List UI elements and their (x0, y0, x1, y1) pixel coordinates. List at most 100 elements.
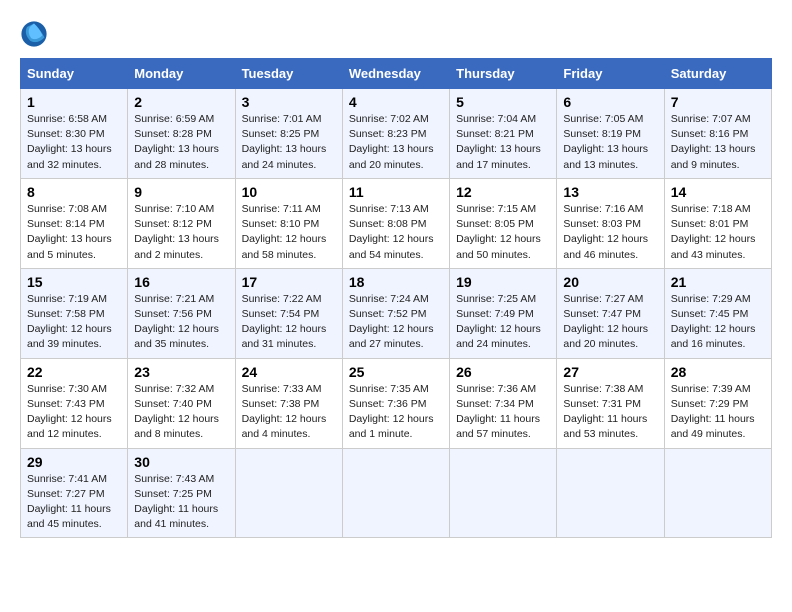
day-info: Sunrise: 7:22 AM Sunset: 7:54 PM Dayligh… (242, 292, 336, 353)
day-number: 3 (242, 94, 336, 110)
day-number: 19 (456, 274, 550, 290)
calendar-week-0: 1 Sunrise: 6:58 AM Sunset: 8:30 PM Dayli… (21, 89, 772, 179)
logo (20, 20, 52, 48)
calendar-cell: 7 Sunrise: 7:07 AM Sunset: 8:16 PM Dayli… (664, 89, 771, 179)
day-info: Sunrise: 7:24 AM Sunset: 7:52 PM Dayligh… (349, 292, 443, 353)
calendar-cell: 10 Sunrise: 7:11 AM Sunset: 8:10 PM Dayl… (235, 178, 342, 268)
calendar-cell: 16 Sunrise: 7:21 AM Sunset: 7:56 PM Dayl… (128, 268, 235, 358)
day-info: Sunrise: 7:43 AM Sunset: 7:25 PM Dayligh… (134, 472, 228, 533)
calendar-cell: 3 Sunrise: 7:01 AM Sunset: 8:25 PM Dayli… (235, 89, 342, 179)
calendar-cell: 26 Sunrise: 7:36 AM Sunset: 7:34 PM Dayl… (450, 358, 557, 448)
day-number: 20 (563, 274, 657, 290)
calendar-cell: 1 Sunrise: 6:58 AM Sunset: 8:30 PM Dayli… (21, 89, 128, 179)
calendar-week-3: 22 Sunrise: 7:30 AM Sunset: 7:43 PM Dayl… (21, 358, 772, 448)
calendar-week-4: 29 Sunrise: 7:41 AM Sunset: 7:27 PM Dayl… (21, 448, 772, 538)
day-number: 10 (242, 184, 336, 200)
day-number: 11 (349, 184, 443, 200)
day-number: 22 (27, 364, 121, 380)
day-info: Sunrise: 7:29 AM Sunset: 7:45 PM Dayligh… (671, 292, 765, 353)
day-info: Sunrise: 7:05 AM Sunset: 8:19 PM Dayligh… (563, 112, 657, 173)
calendar-cell: 20 Sunrise: 7:27 AM Sunset: 7:47 PM Dayl… (557, 268, 664, 358)
col-monday: Monday (128, 59, 235, 89)
day-info: Sunrise: 7:18 AM Sunset: 8:01 PM Dayligh… (671, 202, 765, 263)
calendar-cell: 21 Sunrise: 7:29 AM Sunset: 7:45 PM Dayl… (664, 268, 771, 358)
day-number: 16 (134, 274, 228, 290)
day-info: Sunrise: 7:08 AM Sunset: 8:14 PM Dayligh… (27, 202, 121, 263)
day-number: 26 (456, 364, 550, 380)
day-number: 15 (27, 274, 121, 290)
day-info: Sunrise: 7:21 AM Sunset: 7:56 PM Dayligh… (134, 292, 228, 353)
day-number: 25 (349, 364, 443, 380)
day-info: Sunrise: 6:59 AM Sunset: 8:28 PM Dayligh… (134, 112, 228, 173)
calendar-cell: 8 Sunrise: 7:08 AM Sunset: 8:14 PM Dayli… (21, 178, 128, 268)
day-info: Sunrise: 7:32 AM Sunset: 7:40 PM Dayligh… (134, 382, 228, 443)
calendar-cell: 18 Sunrise: 7:24 AM Sunset: 7:52 PM Dayl… (342, 268, 449, 358)
day-info: Sunrise: 7:01 AM Sunset: 8:25 PM Dayligh… (242, 112, 336, 173)
day-info: Sunrise: 7:07 AM Sunset: 8:16 PM Dayligh… (671, 112, 765, 173)
day-number: 5 (456, 94, 550, 110)
day-number: 27 (563, 364, 657, 380)
calendar-cell: 11 Sunrise: 7:13 AM Sunset: 8:08 PM Dayl… (342, 178, 449, 268)
calendar-cell: 22 Sunrise: 7:30 AM Sunset: 7:43 PM Dayl… (21, 358, 128, 448)
day-info: Sunrise: 7:25 AM Sunset: 7:49 PM Dayligh… (456, 292, 550, 353)
calendar-cell: 5 Sunrise: 7:04 AM Sunset: 8:21 PM Dayli… (450, 89, 557, 179)
day-number: 23 (134, 364, 228, 380)
calendar-cell (450, 448, 557, 538)
calendar-cell: 9 Sunrise: 7:10 AM Sunset: 8:12 PM Dayli… (128, 178, 235, 268)
calendar-cell (664, 448, 771, 538)
day-info: Sunrise: 7:02 AM Sunset: 8:23 PM Dayligh… (349, 112, 443, 173)
calendar-cell: 19 Sunrise: 7:25 AM Sunset: 7:49 PM Dayl… (450, 268, 557, 358)
calendar-week-1: 8 Sunrise: 7:08 AM Sunset: 8:14 PM Dayli… (21, 178, 772, 268)
calendar-week-2: 15 Sunrise: 7:19 AM Sunset: 7:58 PM Dayl… (21, 268, 772, 358)
col-saturday: Saturday (664, 59, 771, 89)
calendar-cell: 29 Sunrise: 7:41 AM Sunset: 7:27 PM Dayl… (21, 448, 128, 538)
day-number: 8 (27, 184, 121, 200)
day-info: Sunrise: 7:36 AM Sunset: 7:34 PM Dayligh… (456, 382, 550, 443)
day-number: 14 (671, 184, 765, 200)
col-friday: Friday (557, 59, 664, 89)
day-info: Sunrise: 6:58 AM Sunset: 8:30 PM Dayligh… (27, 112, 121, 173)
day-info: Sunrise: 7:35 AM Sunset: 7:36 PM Dayligh… (349, 382, 443, 443)
day-number: 30 (134, 454, 228, 470)
day-info: Sunrise: 7:38 AM Sunset: 7:31 PM Dayligh… (563, 382, 657, 443)
calendar-cell: 17 Sunrise: 7:22 AM Sunset: 7:54 PM Dayl… (235, 268, 342, 358)
calendar-cell: 6 Sunrise: 7:05 AM Sunset: 8:19 PM Dayli… (557, 89, 664, 179)
col-thursday: Thursday (450, 59, 557, 89)
day-number: 18 (349, 274, 443, 290)
day-number: 21 (671, 274, 765, 290)
day-info: Sunrise: 7:11 AM Sunset: 8:10 PM Dayligh… (242, 202, 336, 263)
day-number: 12 (456, 184, 550, 200)
day-number: 13 (563, 184, 657, 200)
day-info: Sunrise: 7:16 AM Sunset: 8:03 PM Dayligh… (563, 202, 657, 263)
day-info: Sunrise: 7:15 AM Sunset: 8:05 PM Dayligh… (456, 202, 550, 263)
day-info: Sunrise: 7:04 AM Sunset: 8:21 PM Dayligh… (456, 112, 550, 173)
day-info: Sunrise: 7:41 AM Sunset: 7:27 PM Dayligh… (27, 472, 121, 533)
calendar-table: Sunday Monday Tuesday Wednesday Thursday… (20, 58, 772, 538)
day-number: 24 (242, 364, 336, 380)
calendar-cell: 27 Sunrise: 7:38 AM Sunset: 7:31 PM Dayl… (557, 358, 664, 448)
calendar-cell: 2 Sunrise: 6:59 AM Sunset: 8:28 PM Dayli… (128, 89, 235, 179)
day-number: 4 (349, 94, 443, 110)
calendar-body: 1 Sunrise: 6:58 AM Sunset: 8:30 PM Dayli… (21, 89, 772, 538)
calendar-cell: 25 Sunrise: 7:35 AM Sunset: 7:36 PM Dayl… (342, 358, 449, 448)
calendar-cell (342, 448, 449, 538)
calendar-cell: 12 Sunrise: 7:15 AM Sunset: 8:05 PM Dayl… (450, 178, 557, 268)
calendar-cell: 24 Sunrise: 7:33 AM Sunset: 7:38 PM Dayl… (235, 358, 342, 448)
day-info: Sunrise: 7:19 AM Sunset: 7:58 PM Dayligh… (27, 292, 121, 353)
day-info: Sunrise: 7:13 AM Sunset: 8:08 PM Dayligh… (349, 202, 443, 263)
days-header-row: Sunday Monday Tuesday Wednesday Thursday… (21, 59, 772, 89)
day-info: Sunrise: 7:39 AM Sunset: 7:29 PM Dayligh… (671, 382, 765, 443)
page-header (20, 20, 772, 48)
day-number: 9 (134, 184, 228, 200)
calendar-cell: 23 Sunrise: 7:32 AM Sunset: 7:40 PM Dayl… (128, 358, 235, 448)
day-info: Sunrise: 7:10 AM Sunset: 8:12 PM Dayligh… (134, 202, 228, 263)
calendar-cell (235, 448, 342, 538)
calendar-cell: 15 Sunrise: 7:19 AM Sunset: 7:58 PM Dayl… (21, 268, 128, 358)
day-number: 29 (27, 454, 121, 470)
calendar-cell (557, 448, 664, 538)
day-number: 6 (563, 94, 657, 110)
day-number: 2 (134, 94, 228, 110)
calendar-cell: 4 Sunrise: 7:02 AM Sunset: 8:23 PM Dayli… (342, 89, 449, 179)
calendar-cell: 28 Sunrise: 7:39 AM Sunset: 7:29 PM Dayl… (664, 358, 771, 448)
day-number: 7 (671, 94, 765, 110)
